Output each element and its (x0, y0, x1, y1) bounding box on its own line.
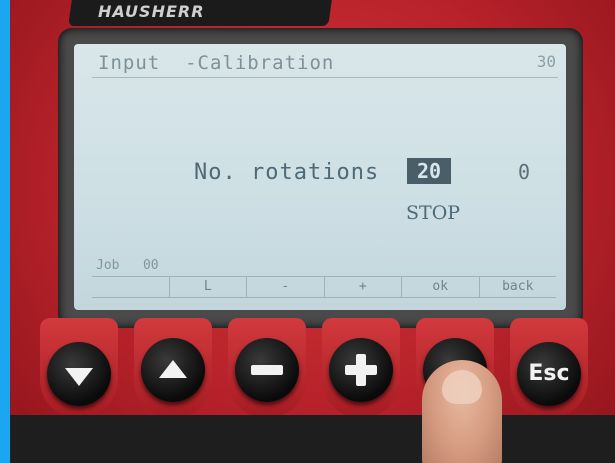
softkey-back[interactable]: back (478, 277, 557, 297)
screen-title: Input -Calibration (98, 52, 335, 74)
title-divider (92, 77, 558, 78)
rotations-counter: 0 (518, 160, 531, 184)
screen-index: 30 (536, 52, 556, 71)
plus-button[interactable] (329, 338, 393, 402)
arrow-up-icon (159, 360, 187, 378)
lcd-screen: Input -Calibration 30 No. rotations 20 0… (74, 44, 566, 310)
softkey-bar: L - + ok back (92, 276, 556, 298)
status-text: STOP (406, 202, 461, 224)
softkey-minus[interactable]: - (246, 277, 324, 297)
esc-button[interactable]: Esc (517, 342, 581, 406)
finger (422, 360, 502, 463)
fingernail (442, 370, 482, 404)
device-panel: HAUSHERR Input -Calibration 30 No. rotat… (10, 0, 615, 463)
up-button[interactable] (141, 338, 205, 402)
softkey-ok[interactable]: ok (401, 277, 479, 297)
arrow-down-icon (65, 368, 93, 386)
minus-button[interactable] (235, 338, 299, 402)
plus-icon (345, 354, 377, 386)
softkey-l[interactable]: L (168, 277, 247, 297)
minus-icon (251, 365, 283, 375)
rotations-label: No. rotations (194, 160, 380, 185)
device-base (10, 415, 615, 463)
brand-logo: HAUSHERR (98, 2, 205, 21)
softkey-1[interactable] (92, 277, 169, 297)
softkey-plus[interactable]: + (323, 277, 402, 297)
esc-label: Esc (528, 361, 570, 386)
job-label: Job 00 (96, 258, 159, 273)
down-button[interactable] (47, 342, 111, 406)
rotations-value-field[interactable]: 20 (407, 158, 451, 184)
keypad: Esc (10, 318, 615, 428)
